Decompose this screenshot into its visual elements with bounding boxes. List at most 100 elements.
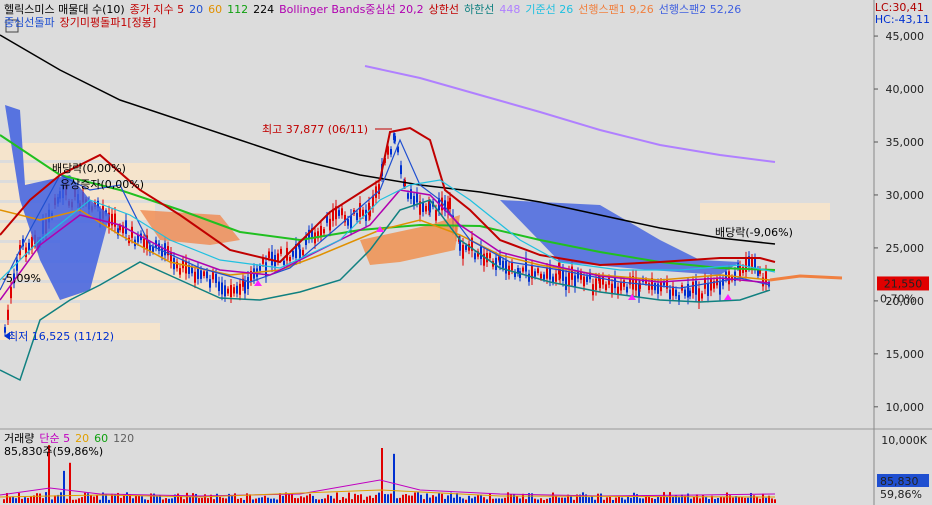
volume-bar bbox=[354, 493, 356, 503]
vol-legend-item-1: 20 bbox=[75, 432, 90, 445]
chart-canvas[interactable]: 45,00040,00035,00030,00025,00020,00015,0… bbox=[0, 0, 932, 505]
volume-bar bbox=[672, 496, 674, 503]
volume-bar bbox=[219, 496, 221, 503]
candle-body bbox=[728, 271, 730, 285]
candle-body bbox=[546, 268, 548, 279]
candle-body bbox=[236, 285, 238, 294]
volume-bar bbox=[135, 495, 137, 503]
candle-body bbox=[292, 250, 294, 257]
volume-bar bbox=[297, 498, 299, 503]
volume-bar bbox=[582, 492, 584, 503]
volume-bar bbox=[666, 497, 668, 503]
legend-item-0: 종가 지수 5 bbox=[129, 3, 185, 16]
volume-bar bbox=[555, 496, 557, 503]
volume-bar bbox=[24, 497, 26, 503]
volume-bar bbox=[162, 499, 164, 503]
candle-body bbox=[218, 281, 220, 292]
volume-bar bbox=[186, 492, 188, 503]
candle-body bbox=[197, 267, 199, 279]
candle-body bbox=[602, 276, 604, 285]
candle-body bbox=[185, 260, 187, 274]
volume-bar bbox=[693, 496, 695, 503]
volume-bar bbox=[339, 499, 341, 503]
volume-bar bbox=[441, 493, 443, 503]
volume-bar bbox=[549, 497, 551, 503]
volume-bar bbox=[192, 493, 194, 503]
vol-legend-item-2: 60 bbox=[94, 432, 109, 445]
legend-item-3: 112 bbox=[227, 3, 249, 16]
volume-bar bbox=[300, 496, 302, 503]
candle-body bbox=[626, 286, 628, 293]
legend-item-2: 60 bbox=[208, 3, 223, 16]
candle-body bbox=[247, 277, 249, 289]
volume-bar bbox=[330, 495, 332, 503]
volume-bar bbox=[546, 498, 548, 503]
candle-body bbox=[684, 289, 686, 296]
volume-bar bbox=[231, 495, 233, 503]
volume-bar bbox=[312, 495, 314, 503]
candle-body bbox=[669, 289, 671, 300]
volume-bar bbox=[516, 496, 518, 503]
candle-body bbox=[7, 309, 9, 320]
volume-bar bbox=[201, 497, 203, 503]
volume-bar bbox=[726, 492, 728, 503]
volume-bar bbox=[402, 494, 404, 503]
volume-bar bbox=[627, 495, 629, 503]
hc-readout: HC:-43,11 bbox=[874, 13, 930, 26]
volume-bar bbox=[420, 494, 422, 503]
candle-body bbox=[341, 208, 343, 216]
volume-bar bbox=[654, 498, 656, 503]
price-tick-label: 30,000 bbox=[886, 189, 925, 202]
candle-body bbox=[429, 203, 431, 213]
vol-legend-item-0: 단순 5 bbox=[39, 432, 71, 445]
volume-bar bbox=[366, 496, 368, 503]
volume-bar bbox=[612, 499, 614, 503]
volume-bar bbox=[645, 496, 647, 503]
high-annotation: 최고 37,877 (06/11) bbox=[262, 123, 368, 136]
volume-bar bbox=[519, 498, 521, 503]
volume-bar bbox=[426, 493, 428, 503]
candle-body bbox=[4, 327, 6, 333]
corner-readout: LC:30,41 HC:-43,11 bbox=[875, 2, 930, 26]
candle-body bbox=[555, 273, 557, 282]
volume-bar bbox=[597, 493, 599, 503]
volume-bar bbox=[306, 495, 308, 503]
volume-bar bbox=[78, 498, 80, 503]
volume-bar bbox=[588, 497, 590, 503]
pct-annotation-left: -5,09% bbox=[2, 272, 41, 285]
volume-bar bbox=[36, 493, 38, 503]
volume-bar bbox=[27, 497, 29, 503]
volume-bar bbox=[348, 492, 350, 503]
volume-bar bbox=[456, 493, 458, 503]
volume-bar bbox=[72, 499, 74, 503]
volume-bar bbox=[99, 499, 101, 503]
volume-bar bbox=[558, 497, 560, 503]
candle-body bbox=[244, 281, 246, 294]
candle-body bbox=[194, 271, 196, 283]
volume-bar bbox=[765, 497, 767, 503]
volume-bar bbox=[345, 498, 347, 503]
volume-bar bbox=[561, 497, 563, 503]
volume-bar bbox=[75, 499, 77, 503]
candle-body bbox=[608, 277, 610, 285]
candle-body bbox=[283, 260, 285, 265]
stock-chart[interactable]: 45,000 40,000 35,000 30,000 25,000 20,000 15,0… bbox=[0, 0, 932, 505]
volume-bar bbox=[87, 493, 89, 503]
volume-bar bbox=[168, 498, 170, 503]
volume-bar bbox=[351, 499, 353, 503]
volume-bar bbox=[450, 492, 452, 503]
volume-bar bbox=[132, 498, 134, 503]
volume-bar bbox=[9, 496, 11, 503]
candle-body bbox=[519, 271, 521, 278]
volume-bar bbox=[678, 497, 680, 503]
volume-bar bbox=[390, 493, 392, 503]
volume-bar bbox=[372, 498, 374, 503]
volume-bar bbox=[657, 496, 659, 503]
volume-bar bbox=[12, 496, 14, 503]
volume-bar bbox=[762, 493, 764, 503]
current-change-label: 0,70% bbox=[880, 292, 915, 305]
candle-body bbox=[675, 289, 677, 297]
volume-bar bbox=[486, 499, 488, 503]
volume-bar bbox=[459, 496, 461, 503]
candle-body bbox=[230, 285, 232, 298]
